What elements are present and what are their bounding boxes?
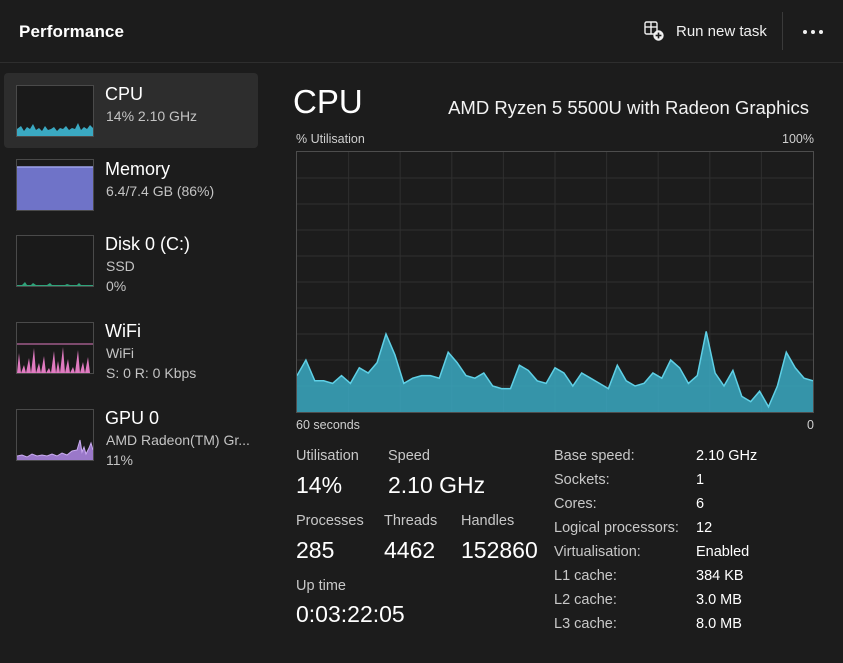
utilisation-value: 14% xyxy=(296,472,343,498)
disk-thumbnail-graph xyxy=(16,235,94,287)
graph-y-max-label: 100% xyxy=(782,132,814,146)
sidebar-item-cpu-detail: 14% 2.10 GHz xyxy=(106,108,198,124)
uptime-label: Up time xyxy=(296,578,346,594)
handles-value: 152860 xyxy=(461,537,538,563)
spec-sockets-value: 1 xyxy=(696,472,705,488)
spec-l1-cache-value: 384 KB xyxy=(696,568,744,584)
run-new-task-label: Run new task xyxy=(676,22,767,40)
more-options-icon xyxy=(802,22,824,40)
spec-l3-cache-value: 8.0 MB xyxy=(696,616,742,632)
sidebar-item-wifi-throughput: S: 0 R: 0 Kbps xyxy=(106,365,197,381)
handles-label: Handles xyxy=(461,513,515,529)
spec-virtualisation-label: Virtualisation: xyxy=(554,544,641,560)
sidebar-item-memory[interactable]: Memory 6.4/7.4 GB (86%) xyxy=(4,149,258,224)
sidebar-item-disk-name: Disk 0 (C:) xyxy=(105,234,190,254)
sidebar-item-gpu-name: GPU 0 xyxy=(105,408,160,428)
processes-label: Processes xyxy=(296,513,364,529)
processes-value: 285 xyxy=(296,537,335,563)
spec-l2-cache-value: 3.0 MB xyxy=(696,592,742,608)
sidebar-item-cpu[interactable]: CPU 14% 2.10 GHz xyxy=(4,73,258,148)
wifi-thumbnail-graph xyxy=(16,322,94,374)
spec-logical-processors-value: 12 xyxy=(696,520,713,536)
sidebar-item-wifi-type: WiFi xyxy=(106,345,134,361)
spec-l1-cache-label: L1 cache: xyxy=(554,568,617,584)
sidebar-item-memory-detail: 6.4/7.4 GB (86%) xyxy=(106,183,215,199)
threads-value: 4462 xyxy=(384,537,436,563)
spec-logical-processors-label: Logical processors: xyxy=(554,520,679,536)
graph-y-label: % Utilisation xyxy=(296,132,365,146)
sidebar-item-disk-usage: 0% xyxy=(106,278,127,294)
sidebar-item-gpu-usage: 11% xyxy=(106,452,133,468)
more-options-button[interactable] xyxy=(796,14,830,48)
sidebar-item-gpu[interactable]: GPU 0 AMD Radeon(TM) Gr... 11% xyxy=(4,398,258,473)
spec-cores-label: Cores: xyxy=(554,496,597,512)
cpu-utilisation-graph xyxy=(296,151,814,413)
resource-sidebar: CPU 14% 2.10 GHz Memory 6.4/7.4 GB (86%)… xyxy=(0,63,270,663)
cpu-model-name: AMD Ryzen 5 5500U with Radeon Graphics xyxy=(448,97,809,118)
spec-l3-cache-label: L3 cache: xyxy=(554,616,617,632)
cpu-utilisation-chart xyxy=(296,152,814,412)
run-new-task-button[interactable]: Run new task xyxy=(636,13,776,49)
sidebar-item-cpu-name: CPU xyxy=(105,84,144,104)
memory-thumbnail-graph xyxy=(16,159,94,211)
threads-label: Threads xyxy=(384,513,438,529)
sidebar-item-memory-name: Memory xyxy=(105,159,171,179)
spec-virtualisation-value: Enabled xyxy=(696,544,750,560)
spec-cores-value: 6 xyxy=(696,496,705,512)
sidebar-item-wifi[interactable]: WiFi WiFi S: 0 R: 0 Kbps xyxy=(4,311,258,386)
resource-title: CPU xyxy=(293,83,363,120)
utilisation-label: Utilisation xyxy=(296,448,359,464)
cpu-thumbnail-graph xyxy=(16,85,94,137)
page-title: Performance xyxy=(19,22,125,41)
gpu-thumbnail-graph xyxy=(16,409,94,461)
speed-value: 2.10 GHz xyxy=(388,472,486,498)
sidebar-item-disk[interactable]: Disk 0 (C:) SSD 0% xyxy=(4,224,258,299)
graph-x-left-label: 60 seconds xyxy=(296,418,360,432)
uptime-value: 0:03:22:05 xyxy=(296,601,405,627)
run-task-icon xyxy=(642,19,666,43)
cpu-detail-panel: CPU AMD Ryzen 5 5500U with Radeon Graphi… xyxy=(278,63,843,663)
sidebar-item-disk-type: SSD xyxy=(106,258,135,274)
sidebar-item-wifi-name: WiFi xyxy=(105,321,141,341)
spec-base-speed-label: Base speed: xyxy=(554,448,635,464)
spec-base-speed-value: 2.10 GHz xyxy=(696,448,758,464)
spec-sockets-label: Sockets: xyxy=(554,472,610,488)
spec-l2-cache-label: L2 cache: xyxy=(554,592,617,608)
graph-x-right-label: 0 xyxy=(807,418,814,432)
speed-label: Speed xyxy=(388,448,430,464)
header-divider xyxy=(782,12,783,50)
top-bar: Performance Run new task xyxy=(0,0,843,63)
sidebar-item-gpu-model: AMD Radeon(TM) Gr... xyxy=(106,432,250,448)
